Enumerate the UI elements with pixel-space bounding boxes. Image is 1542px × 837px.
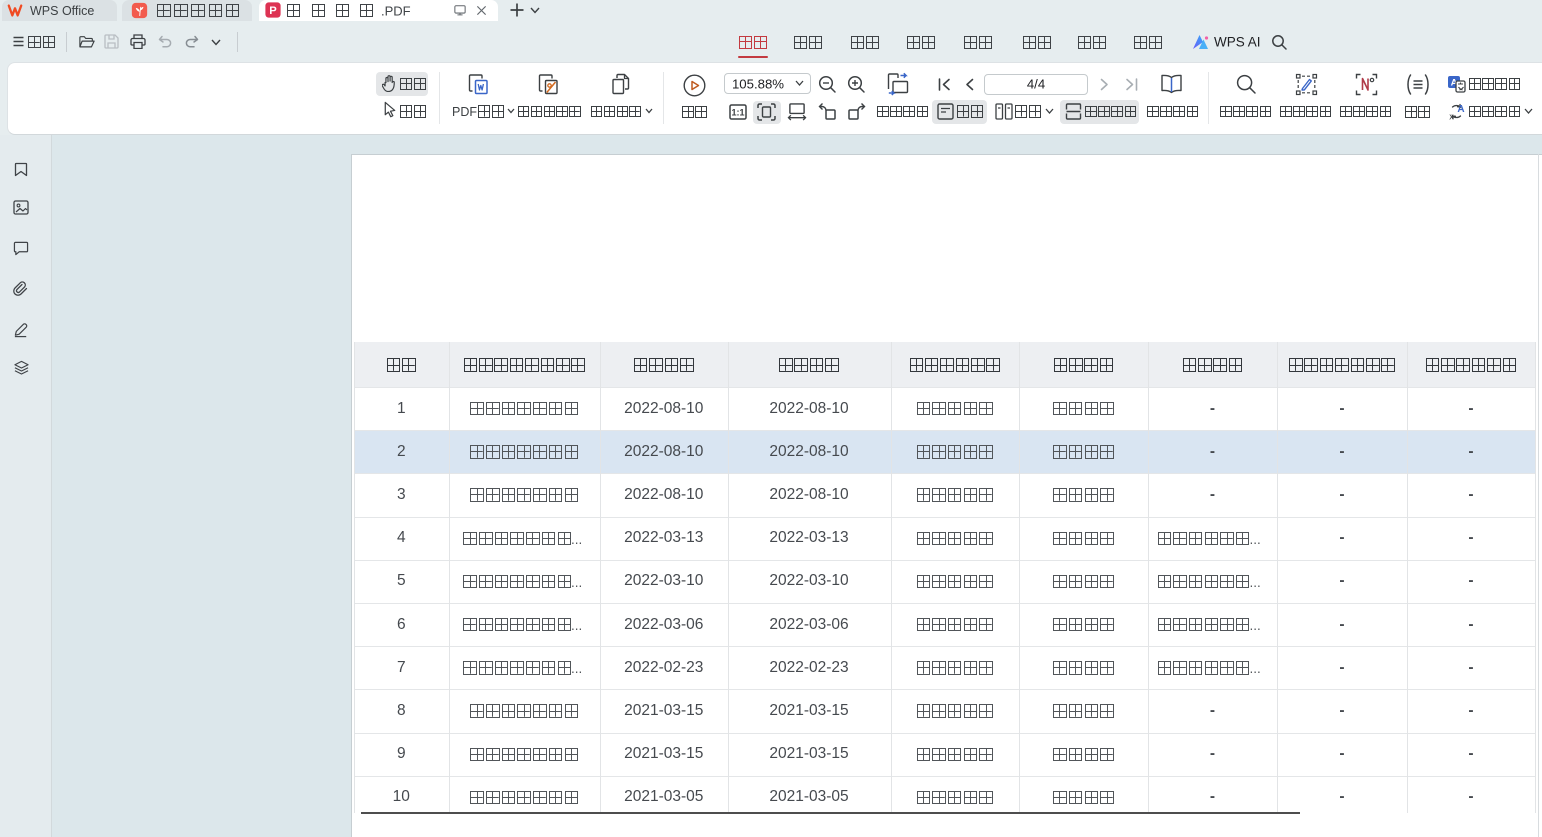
svg-text:P: P — [269, 5, 277, 17]
svg-text:1:1: 1:1 — [731, 108, 744, 118]
svg-text:x: x — [1449, 112, 1454, 122]
svg-text:A: A — [1457, 104, 1464, 115]
